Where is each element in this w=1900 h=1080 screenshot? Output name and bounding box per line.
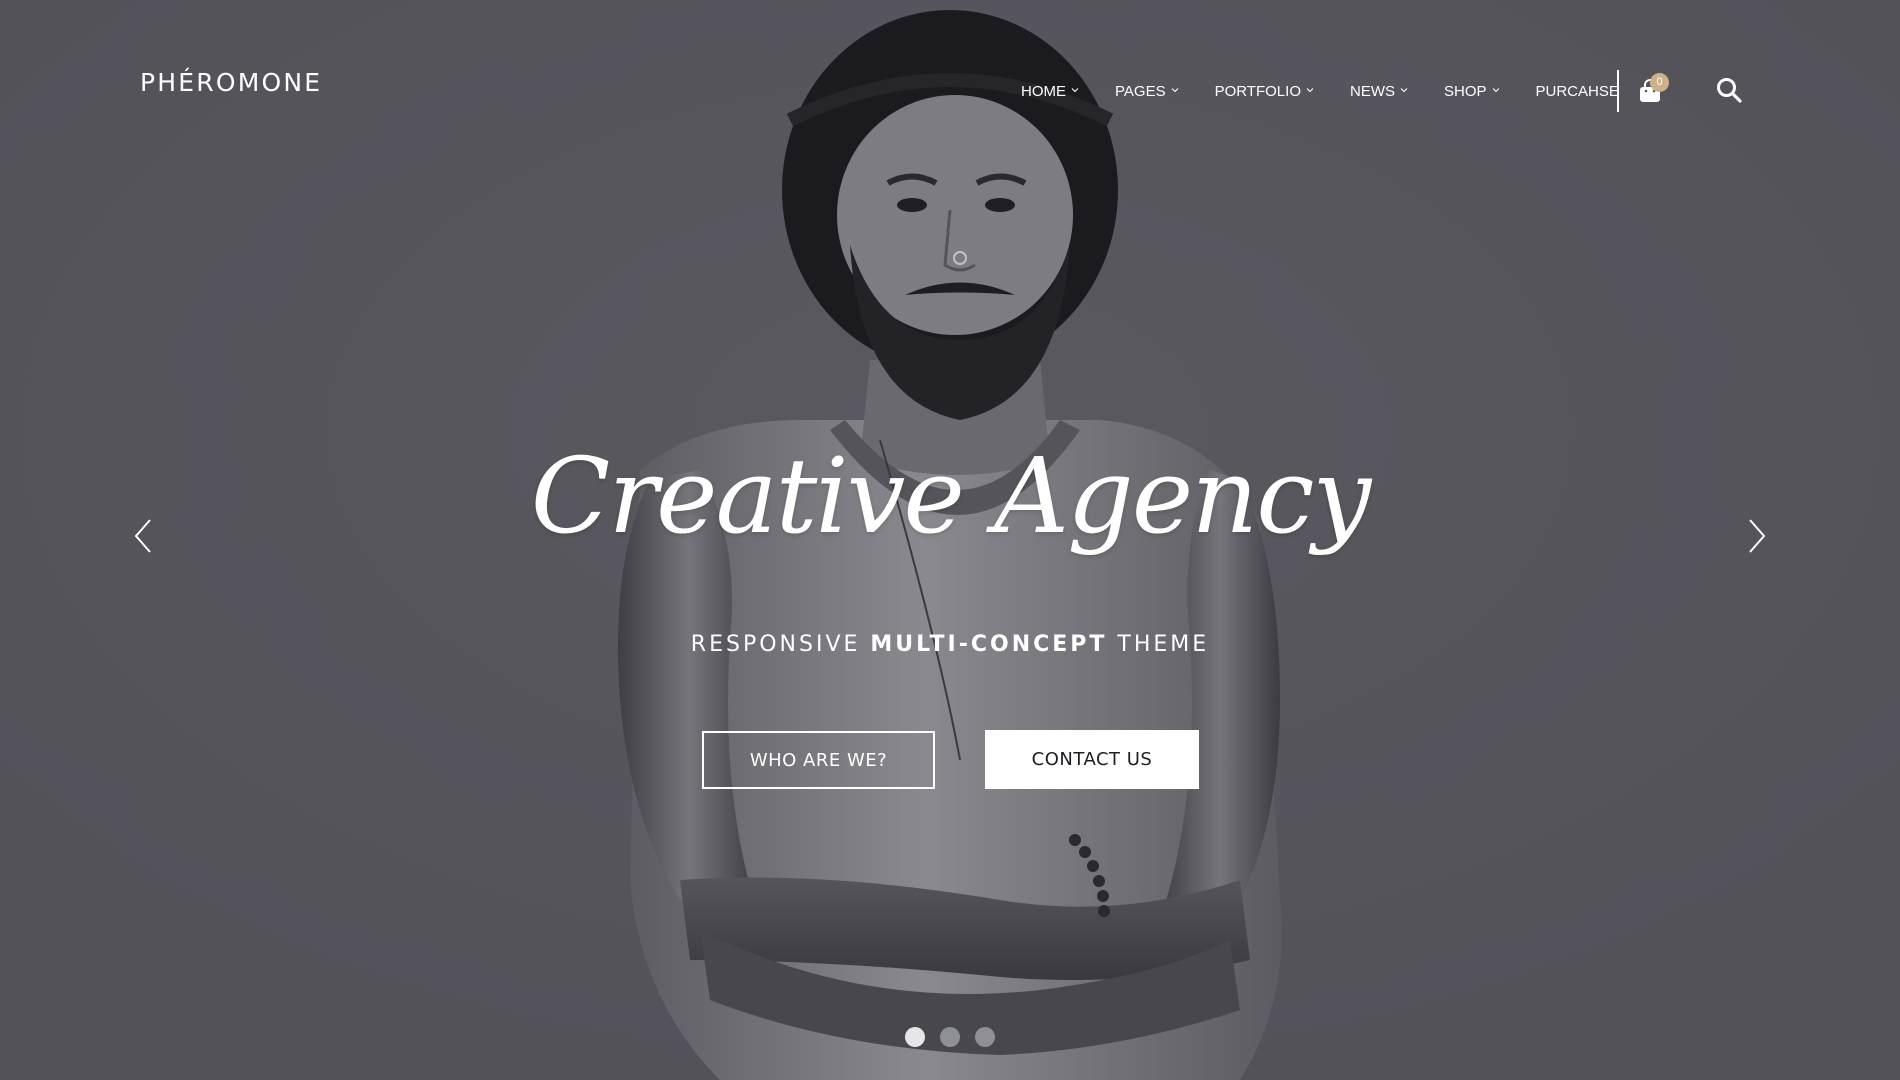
slider-pagination bbox=[905, 1027, 995, 1047]
nav-item-label: PORTFOLIO bbox=[1214, 82, 1301, 100]
nav-item-label: PAGES bbox=[1115, 82, 1166, 100]
hero-slider: PHÉROMONE HOME PAGES PORTFOLIO NEWS SHOP… bbox=[0, 0, 1900, 1080]
slider-dot-3[interactable] bbox=[975, 1027, 995, 1047]
hero-subtitle: RESPONSIVE MULTI-CONCEPT THEME bbox=[0, 632, 1900, 657]
nav-item-shop[interactable]: SHOP bbox=[1444, 83, 1501, 100]
nav-item-home[interactable]: HOME bbox=[1021, 83, 1080, 100]
nav-item-pages[interactable]: PAGES bbox=[1115, 83, 1180, 100]
cart-count-badge: 0 bbox=[1650, 73, 1669, 92]
slider-dot-1[interactable] bbox=[905, 1027, 925, 1047]
nav-item-label: NEWS bbox=[1349, 82, 1395, 100]
nav-item-purchase[interactable]: PURCAHSE bbox=[1536, 83, 1619, 100]
chevron-down-icon bbox=[1171, 88, 1178, 93]
main-nav: HOME PAGES PORTFOLIO NEWS SHOP PURCAHSE bbox=[1021, 80, 1619, 102]
nav-divider bbox=[1617, 70, 1619, 112]
hero-subtitle-post: THEME bbox=[1107, 632, 1210, 657]
chevron-down-icon bbox=[1400, 88, 1408, 93]
hero-title: Creative Agency bbox=[530, 435, 1371, 557]
search-icon bbox=[1717, 78, 1742, 103]
nav-item-portfolio[interactable]: PORTFOLIO bbox=[1215, 83, 1315, 100]
site-logo[interactable]: PHÉROMONE bbox=[140, 68, 322, 97]
who-are-we-button[interactable]: WHO ARE WE? bbox=[702, 731, 935, 789]
search-button[interactable] bbox=[1715, 76, 1743, 104]
slider-dot-2[interactable] bbox=[940, 1027, 960, 1047]
chevron-down-icon bbox=[1492, 88, 1499, 93]
chevron-down-icon bbox=[1306, 88, 1314, 93]
nav-item-label: HOME bbox=[1021, 82, 1066, 100]
hero-subtitle-pre: RESPONSIVE bbox=[690, 632, 871, 657]
nav-item-label: SHOP bbox=[1443, 82, 1487, 100]
hero-subtitle-strong: MULTI-CONCEPT bbox=[870, 632, 1108, 657]
nav-item-news[interactable]: NEWS bbox=[1350, 83, 1409, 100]
chevron-down-icon bbox=[1071, 88, 1079, 93]
nav-item-label: PURCAHSE bbox=[1535, 82, 1619, 100]
contact-us-button[interactable]: CONTACT US bbox=[985, 730, 1199, 789]
